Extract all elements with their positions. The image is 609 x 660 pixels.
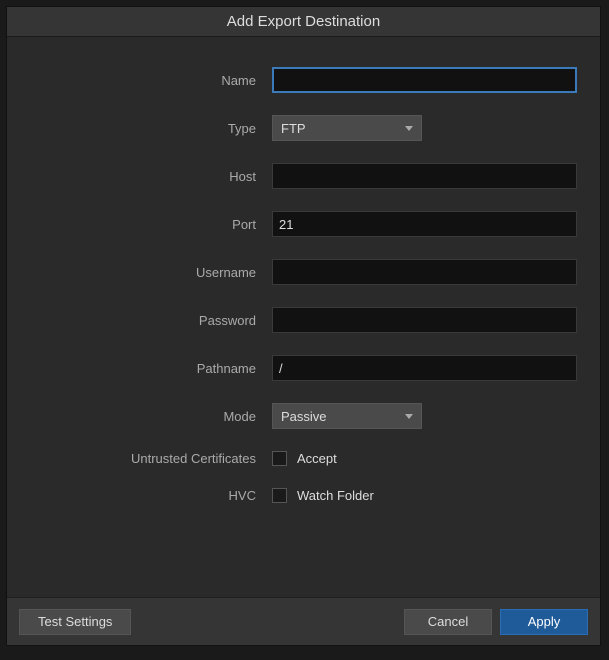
host-input[interactable] [272,163,577,189]
accept-untrusted-checkbox-label: Accept [297,451,337,466]
pathname-label: Pathname [27,361,272,376]
dialog-title: Add Export Destination [7,7,600,37]
password-label: Password [27,313,272,328]
watch-folder-checkbox-label: Watch Folder [297,488,374,503]
watch-folder-checkbox[interactable] [272,488,287,503]
name-input[interactable] [272,67,577,93]
form-area: Name Type FTP Host Port Username Passwor… [7,37,600,597]
untrusted-certificates-label: Untrusted Certificates [27,451,272,466]
chevron-down-icon [405,126,413,131]
accept-untrusted-checkbox[interactable] [272,451,287,466]
type-label: Type [27,121,272,136]
username-label: Username [27,265,272,280]
port-label: Port [27,217,272,232]
add-export-destination-dialog: Add Export Destination Name Type FTP Hos… [6,6,601,646]
type-select-value: FTP [281,121,405,136]
mode-label: Mode [27,409,272,424]
hvc-label: HVC [27,488,272,503]
dialog-footer: Test Settings Cancel Apply [7,597,600,645]
test-settings-button[interactable]: Test Settings [19,609,131,635]
cancel-button[interactable]: Cancel [404,609,492,635]
username-input[interactable] [272,259,577,285]
mode-select-value: Passive [281,409,405,424]
type-select[interactable]: FTP [272,115,422,141]
port-input[interactable] [272,211,577,237]
pathname-input[interactable] [272,355,577,381]
mode-select[interactable]: Passive [272,403,422,429]
chevron-down-icon [405,414,413,419]
name-label: Name [27,73,272,88]
host-label: Host [27,169,272,184]
password-input[interactable] [272,307,577,333]
apply-button[interactable]: Apply [500,609,588,635]
